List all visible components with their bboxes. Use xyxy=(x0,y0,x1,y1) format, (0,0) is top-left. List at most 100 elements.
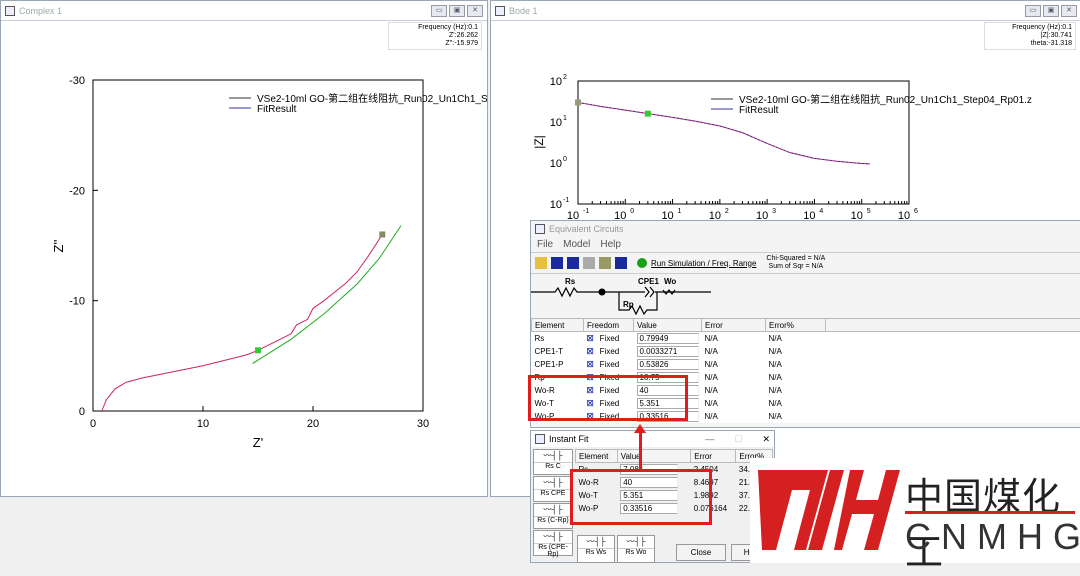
col-header: Error xyxy=(691,450,736,463)
x-tick-exp: 3 xyxy=(772,208,776,215)
model-label: Rs Ws xyxy=(578,549,614,556)
window-title: Bode 1 xyxy=(509,6,538,16)
bode-plot[interactable]: 10-110010110210310410510610210110010-1|Z… xyxy=(491,22,1080,232)
minimize-button[interactable]: ▭ xyxy=(1025,5,1041,17)
col-header: Value xyxy=(634,319,702,332)
y-tick-exp: 1 xyxy=(563,115,567,122)
x-tick-exp: 5 xyxy=(867,208,871,215)
open-icon[interactable] xyxy=(535,257,547,269)
nyquist-plot[interactable]: 0102030-30-20-100Z'Z''VSe2-10ml GO-第二组在线… xyxy=(1,22,487,497)
close-button[interactable]: ✕ xyxy=(762,434,770,445)
value-input[interactable]: 0.0033271 xyxy=(637,346,699,357)
error: N/A xyxy=(702,332,766,345)
cpe-label: CPE1 xyxy=(638,277,659,286)
circuit-symbol-icon: 〰┤├ xyxy=(534,531,572,544)
cnmhg-logo: 中国煤化工 CNMHG xyxy=(750,458,1080,563)
fixed-checkbox[interactable]: ☒ xyxy=(587,334,594,343)
model-button[interactable]: 〰┤├Rs (CPE-Rp) xyxy=(533,530,573,556)
mh-logo-mark xyxy=(750,458,900,558)
value-input[interactable]: 0.79949 xyxy=(637,333,699,344)
error-percent: N/A xyxy=(766,332,826,345)
freedom: Fixed xyxy=(600,347,620,356)
maximize-button[interactable]: ▣ xyxy=(449,5,465,17)
legend-label: FitResult xyxy=(257,104,297,115)
fit-icon[interactable] xyxy=(599,257,611,269)
col-header: Error xyxy=(702,319,766,332)
fixed-checkbox[interactable]: ☒ xyxy=(587,360,594,369)
menu-model[interactable]: Model xyxy=(563,239,590,250)
x-tick-exp: 4 xyxy=(819,208,823,215)
y-tick-label: -10 xyxy=(69,296,85,308)
error-percent: N/A xyxy=(766,410,826,423)
y-tick-label: 10 xyxy=(550,76,562,88)
element: CPE1-T xyxy=(532,345,584,358)
freedom: Fixed xyxy=(600,334,620,343)
arrow-head xyxy=(634,424,646,433)
freedom: Fixed xyxy=(600,360,620,369)
y-tick-label: 0 xyxy=(79,406,85,418)
rs-label: Rs xyxy=(565,277,576,286)
model-button[interactable]: 〰┤├Rs C xyxy=(533,449,573,475)
x-tick-exp: 1 xyxy=(678,208,682,215)
legend-label: VSe2-10ml GO-第二组在线阻抗_Run02_Un1Ch1_Step04… xyxy=(739,93,1032,106)
run-indicator-icon xyxy=(637,258,647,268)
save-icon[interactable] xyxy=(551,257,563,269)
col-header: Freedom xyxy=(584,319,634,332)
col-header: Element xyxy=(576,450,618,463)
circuit-symbol-icon: 〰┤├ xyxy=(578,536,614,549)
highlight-box xyxy=(528,375,688,421)
minimize-button[interactable]: — xyxy=(705,434,714,444)
run-simulation-button[interactable]: Run Simulation / Freq. Range xyxy=(651,259,756,268)
fixed-checkbox[interactable]: ☒ xyxy=(587,347,594,356)
print-icon[interactable] xyxy=(583,257,595,269)
maximize-button[interactable]: ☐ xyxy=(734,434,742,445)
error-percent: N/A xyxy=(766,358,826,371)
marker-start xyxy=(255,347,261,353)
series-line xyxy=(253,226,402,364)
app-icon xyxy=(535,224,545,234)
model-button[interactable]: 〰┤├Rs (C-Rp) xyxy=(533,503,573,529)
error: N/A xyxy=(702,410,766,423)
y-tick-label: 10 xyxy=(550,199,562,211)
value-input[interactable]: 0.53826 xyxy=(637,359,699,370)
x-tick-label: 0 xyxy=(90,418,96,430)
app-icon xyxy=(535,434,545,444)
maximize-button[interactable]: ▣ xyxy=(1043,5,1059,17)
model-button[interactable]: 〰┤├Rs CPE xyxy=(533,476,573,502)
circuit-symbol-icon: 〰┤├ xyxy=(534,504,572,517)
save-model-icon[interactable] xyxy=(615,257,627,269)
menu-file[interactable]: File xyxy=(537,239,553,250)
y-tick-label: 10 xyxy=(550,117,562,129)
close-button[interactable]: ✕ xyxy=(467,5,483,17)
save-as-icon[interactable] xyxy=(567,257,579,269)
x-tick-exp: 6 xyxy=(914,208,918,215)
close-button[interactable]: Close xyxy=(676,544,726,561)
series-line xyxy=(102,234,383,411)
error-percent: N/A xyxy=(766,371,826,384)
circuit-symbol-icon: 〰┤├ xyxy=(534,450,572,463)
rp-label: Rp xyxy=(623,300,634,309)
marker-end xyxy=(645,111,651,117)
circuit-symbol-icon: 〰┤├ xyxy=(618,536,654,549)
error: N/A xyxy=(702,358,766,371)
error: N/A xyxy=(702,397,766,410)
error: N/A xyxy=(702,371,766,384)
window-title: Instant Fit xyxy=(549,434,589,444)
close-button[interactable]: ✕ xyxy=(1061,5,1077,17)
x-tick-label: 30 xyxy=(417,418,429,430)
y-axis-label: Z'' xyxy=(51,240,66,253)
circuit-diagram[interactable]: Rs CPE1 Rp Wo xyxy=(531,274,731,318)
window-title: Equivalent Circuits xyxy=(549,224,624,234)
y-tick-label: -20 xyxy=(69,185,85,197)
model-button[interactable]: 〰┤├Rs Ws xyxy=(577,535,615,563)
x-axis-label: Z' xyxy=(253,435,263,450)
model-label: Rs (CPE-Rp) xyxy=(534,544,572,558)
y-tick-exp: 2 xyxy=(563,74,567,81)
minimize-button[interactable]: ▭ xyxy=(431,5,447,17)
chi-squared: Chi-Squared = N/A xyxy=(766,255,825,263)
col-header: Value xyxy=(617,450,690,463)
series-line xyxy=(578,102,870,163)
model-button[interactable]: 〰┤├Rs Wo xyxy=(617,535,655,563)
y-tick-label: -30 xyxy=(69,75,85,87)
menu-help[interactable]: Help xyxy=(600,239,621,250)
